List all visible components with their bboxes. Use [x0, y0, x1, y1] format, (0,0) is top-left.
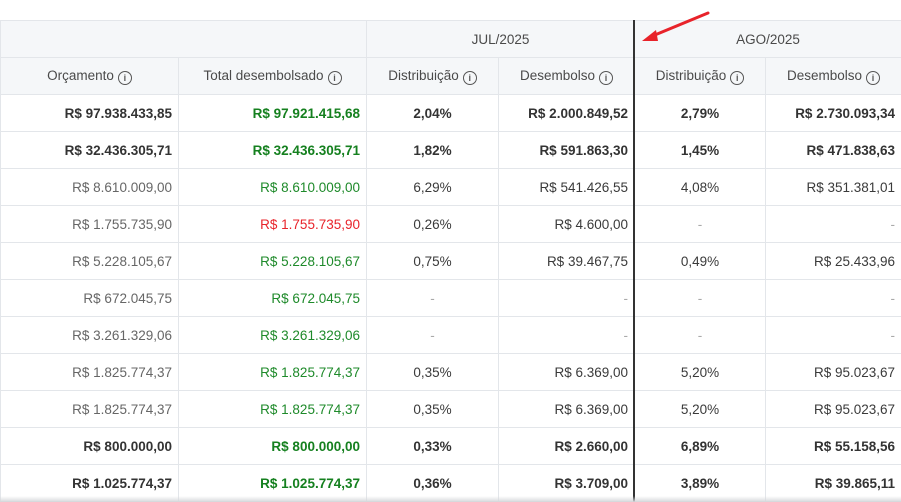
column-header-row: Orçamento i Total desembolsado i Distribui…: [0, 57, 901, 95]
cell-orcamento: R$ 97.938.433,85: [0, 94, 179, 132]
cell-total-desembolsado: R$ 3.261.329,06: [178, 316, 367, 354]
red-arrow-icon: [642, 11, 710, 41]
cell-orcamento: R$ 8.610.009,00: [0, 168, 179, 206]
cell-ago-distribuicao: 4,08%: [634, 168, 767, 206]
col-header-orcamento[interactable]: Orçamento i: [0, 57, 179, 95]
table-row[interactable]: R$ 800.000,00 R$ 800.000,00 0,33% R$ 2.660,…: [0, 427, 901, 465]
cell-jul-desembolso: R$ 591.863,30: [497, 131, 636, 169]
col-header-ago-distribuicao[interactable]: Distribuição i: [634, 57, 767, 95]
cell-orcamento: R$ 800.000,00: [0, 427, 179, 465]
budget-table: JUL/2025 AGO/2025 Orçamento i Total desem…: [0, 20, 901, 502]
cell-jul-desembolso: R$ 541.426,55: [497, 168, 636, 206]
cell-orcamento: R$ 1.755.735,90: [0, 205, 179, 243]
cell-total-desembolsado: R$ 1.825.774,37: [178, 390, 367, 428]
group-header-jul: JUL/2025: [365, 20, 636, 58]
info-circle-icon[interactable]: i: [599, 70, 614, 85]
cell-ago-desembolso: -: [765, 279, 901, 317]
cell-orcamento: R$ 1.825.774,37: [0, 353, 179, 391]
table-row[interactable]: R$ 672.045,75 R$ 672.045,75- - - -: [0, 279, 901, 317]
cell-jul-distribuicao: 0,35%: [366, 353, 499, 391]
info-circle-icon[interactable]: i: [327, 70, 342, 85]
cell-ago-distribuicao: 1,45%: [634, 131, 767, 169]
cell-jul-distribuicao: 0,26%: [366, 205, 499, 243]
cell-jul-distribuicao: 0,75%: [366, 242, 499, 280]
cell-total-desembolsado: R$ 97.921.415,68: [178, 94, 367, 132]
cell-ago-desembolso: R$ 95.023,67: [765, 390, 901, 428]
cell-jul-desembolso: -: [497, 279, 636, 317]
col-header-jul-desembolso[interactable]: Desembolso i: [497, 57, 636, 95]
cell-orcamento: R$ 32.436.305,71: [0, 131, 179, 169]
cell-orcamento: R$ 1.825.774,37: [0, 390, 179, 428]
cell-total-desembolsado: R$ 800.000,00: [178, 427, 367, 465]
cell-orcamento: R$ 672.045,75: [0, 279, 179, 317]
info-circle-icon[interactable]: i: [866, 70, 881, 85]
info-circle-icon[interactable]: i: [117, 70, 132, 85]
bottom-shadow: [0, 496, 901, 502]
cell-ago-desembolso: -: [765, 205, 901, 243]
cell-ago-distribuicao: -: [634, 316, 767, 354]
cell-total-desembolsado: R$ 5.228.105,67: [178, 242, 367, 280]
cell-ago-desembolso: R$ 471.838,63: [765, 131, 901, 169]
cell-jul-distribuicao: 0,35%: [366, 390, 499, 428]
col-header-jul-distribuicao[interactable]: Distribuição i: [366, 57, 499, 95]
table-row[interactable]: R$ 5.228.105,67 R$ 5.228.105,67 0,75% R$ 39…: [0, 242, 901, 280]
cell-jul-distribuicao: -: [366, 316, 499, 354]
cell-jul-distribuicao: 0,33%: [366, 427, 499, 465]
table-row[interactable]: R$ 32.436.305,71 R$ 32.436.305,71 1,82% R$ …: [0, 131, 901, 169]
cell-jul-distribuicao: 2,04%: [366, 94, 499, 132]
report-table-container: JUL/2025 AGO/2025 Orçamento i Total desem…: [0, 20, 901, 502]
cell-orcamento: R$ 5.228.105,67: [0, 242, 179, 280]
info-circle-icon[interactable]: i: [730, 70, 745, 85]
cell-ago-desembolso: R$ 2.730.093,34: [765, 94, 901, 132]
cell-ago-distribuicao: 0,49%: [634, 242, 767, 280]
cell-jul-desembolso: R$ 2.000.849,52: [497, 94, 636, 132]
cell-ago-distribuicao: 2,79%: [634, 94, 767, 132]
cell-jul-desembolso: R$ 39.467,75: [497, 242, 636, 280]
cell-jul-desembolso: R$ 2.660,00: [497, 427, 636, 465]
cell-ago-distribuicao: -: [634, 279, 767, 317]
cell-ago-desembolso: R$ 95.023,67: [765, 353, 901, 391]
col-header-ago-desembolso[interactable]: Desembolso i: [765, 57, 901, 95]
cell-jul-desembolso: R$ 4.600,00: [497, 205, 636, 243]
table-row[interactable]: R$ 97.938.433,85 R$ 97.921.415,68 2,04% R$ …: [0, 94, 901, 132]
col-header-total[interactable]: Total desembolsado i: [178, 57, 367, 95]
cell-total-desembolsado: R$ 32.436.305,71: [178, 131, 367, 169]
cell-ago-desembolso: R$ 351.381,01: [765, 168, 901, 206]
cell-ago-distribuicao: -: [634, 205, 767, 243]
cell-jul-distribuicao: -: [366, 279, 499, 317]
table-row[interactable]: R$ 8.610.009,00 R$ 8.610.009,00 6,29% R$ 54…: [0, 168, 901, 206]
cell-total-desembolsado: R$ 1.755.735,90: [178, 205, 367, 243]
cell-total-desembolsado: R$ 672.045,75: [178, 279, 367, 317]
cell-total-desembolsado: R$ 1.825.774,37: [178, 353, 367, 391]
group-header-empty: [0, 20, 367, 58]
info-circle-icon[interactable]: i: [462, 70, 477, 85]
cell-ago-distribuicao: 5,20%: [634, 353, 767, 391]
cell-ago-desembolso: R$ 55.158,56: [765, 427, 901, 465]
cell-ago-distribuicao: 6,89%: [634, 427, 767, 465]
table-row[interactable]: R$ 1.825.774,37 R$ 1.825.774,37 0,35% R$ 6.…: [0, 390, 901, 428]
table-row[interactable]: R$ 1.825.774,37 R$ 1.825.774,37 0,35% R$ 6.…: [0, 353, 901, 391]
table-row[interactable]: R$ 3.261.329,06 R$ 3.261.329,06- - - -: [0, 316, 901, 354]
cell-jul-distribuicao: 6,29%: [366, 168, 499, 206]
cell-jul-desembolso: R$ 6.369,00: [497, 353, 636, 391]
cell-ago-desembolso: -: [765, 316, 901, 354]
cell-jul-desembolso: R$ 6.369,00: [497, 390, 636, 428]
table-row[interactable]: R$ 1.755.735,90 R$ 1.755.735,90 0,26% R$ 4.…: [0, 205, 901, 243]
cell-ago-desembolso: R$ 25.433,96: [765, 242, 901, 280]
cell-total-desembolsado: R$ 8.610.009,00: [178, 168, 367, 206]
cell-orcamento: R$ 3.261.329,06: [0, 316, 179, 354]
cell-ago-distribuicao: 5,20%: [634, 390, 767, 428]
cell-jul-desembolso: -: [497, 316, 636, 354]
month-divider: [633, 20, 635, 502]
cell-jul-distribuicao: 1,82%: [366, 131, 499, 169]
table-body: R$ 97.938.433,85 R$ 97.921.415,68 2,04% R$ …: [0, 94, 901, 502]
group-header-row: JUL/2025 AGO/2025: [0, 20, 901, 58]
